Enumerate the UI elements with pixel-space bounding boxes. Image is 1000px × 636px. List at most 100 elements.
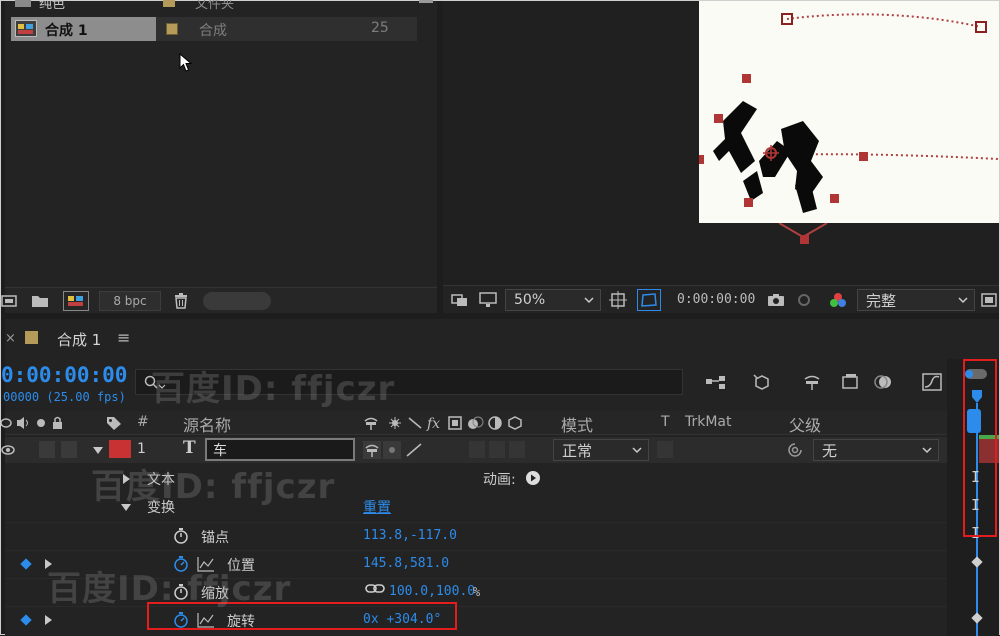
after-effects-window: 纯色 文件夹 合成 1 合成 25 8 bpc 50% 0:00:00:00 完… [0, 0, 1000, 636]
stopwatch-icon[interactable] [173, 527, 189, 545]
motion-blur-icon[interactable] [871, 371, 897, 393]
composition-canvas[interactable] [699, 1, 999, 223]
timeline-track-area[interactable]: I I I [947, 359, 999, 636]
animate-play-icon[interactable] [525, 470, 541, 486]
project-item-type: 文件夹 [195, 0, 235, 12]
project-panel: 纯色 文件夹 合成 1 合成 25 8 bpc [1, 0, 437, 313]
hide-shy-layers-icon[interactable] [799, 371, 825, 393]
switch-slot[interactable] [489, 441, 505, 458]
label-tag-icon[interactable] [105, 415, 123, 431]
mask-visibility-icon[interactable] [637, 289, 661, 311]
composition-viewer: 50% 0:00:00:00 完整 [443, 1, 999, 313]
column-header-trkmat[interactable]: TrkMat [685, 414, 732, 430]
timeline-tab-title[interactable]: 合成 1 [57, 329, 101, 350]
motion-path-graphic[interactable] [699, 1, 999, 223]
audio-switch[interactable] [39, 441, 55, 458]
project-item-type: 合成 [199, 23, 227, 39]
bit-depth-button[interactable]: 8 bpc [99, 291, 161, 311]
av-features-icons[interactable] [1, 416, 71, 430]
mouse-cursor-icon [179, 53, 193, 72]
project-item-size: 25 [371, 20, 389, 36]
resolution-value: 完整 [866, 291, 897, 310]
chevron-down-icon [584, 297, 594, 304]
blend-mode-dropdown[interactable]: 正常 [553, 439, 649, 461]
property-row-anchor-point[interactable]: 锚点 113.8,-117.0 [5, 522, 947, 548]
always-preview-icon[interactable] [449, 290, 471, 310]
chevron-down-icon [958, 297, 968, 304]
constrain-proportions-link-icon[interactable] [365, 582, 385, 596]
column-header-parent[interactable]: 父级 [789, 412, 821, 436]
timeline-column-headers: # 源名称 fx 模式 T TrkMat 父级 [1, 411, 947, 436]
next-keyframe-icon[interactable] [45, 615, 52, 625]
property-name: 锚点 [201, 530, 229, 546]
watermark-text: 百度ID: ffjczr [151, 369, 396, 409]
text-layer-icon: T [183, 438, 196, 458]
svg-text:fx: fx [426, 416, 440, 431]
property-value[interactable]: 145.8,581.0 [363, 556, 449, 571]
show-snapshot-icon[interactable] [793, 290, 815, 310]
rotation-handle[interactable] [773, 223, 833, 249]
viewer-timecode[interactable]: 0:00:00:00 [677, 292, 755, 307]
eye-visibility-icon[interactable] [1, 444, 15, 456]
zoom-dropdown[interactable]: 50% [505, 289, 601, 311]
comp-label-swatch [25, 331, 38, 344]
graph-editor-icon[interactable] [919, 371, 945, 393]
animate-menu-label[interactable]: 动画: [483, 469, 516, 489]
folder-icon [15, 0, 31, 7]
project-scrollbar[interactable] [203, 292, 271, 310]
property-value[interactable]: 100.0,100.0 [389, 584, 475, 599]
lock-switch[interactable] [61, 441, 77, 458]
label-swatch [166, 23, 178, 35]
property-value[interactable]: 113.8,-117.0 [363, 528, 457, 543]
project-row-folder[interactable]: 纯色 文件夹 [5, 0, 433, 13]
panel-menu-icon[interactable] [419, 0, 433, 3]
layer-name-value: 车 [213, 442, 227, 459]
current-time-display[interactable]: 0:00:00:00 [1, 363, 127, 387]
expand-layer-icon[interactable] [93, 447, 103, 454]
region-of-interest-icon[interactable] [979, 290, 999, 310]
column-header-source-name[interactable]: 源名称 [183, 412, 231, 436]
project-row-comp[interactable]: 合成 1 合成 25 [11, 17, 417, 41]
layer-name-field[interactable]: 车 [205, 438, 355, 461]
trash-icon[interactable] [171, 291, 191, 311]
ruler-highlight-box [963, 359, 997, 537]
keyframe-navigator-diamond[interactable] [20, 614, 32, 626]
switch-slot[interactable] [509, 441, 525, 458]
frame-rate-readout: 00000 (25.00 fps) [3, 390, 126, 404]
monitor-icon[interactable] [477, 290, 499, 310]
parent-dropdown[interactable]: 无 [813, 439, 939, 461]
column-header-preserve-transparency: T [661, 414, 670, 430]
keyframe-diamond[interactable] [971, 556, 983, 568]
keyframe-diamond[interactable] [971, 612, 983, 624]
keyframe-navigator-diamond[interactable] [20, 558, 32, 570]
new-composition-icon[interactable] [63, 291, 89, 311]
grid-guide-icon[interactable] [607, 289, 629, 311]
tab-menu-icon[interactable]: ≡ [117, 328, 130, 347]
composition-icon [15, 20, 37, 37]
project-item-name: 合成 1 [45, 23, 88, 39]
zoom-value: 50% [514, 292, 546, 308]
snapshot-camera-icon[interactable] [765, 290, 787, 310]
parent-value: 无 [822, 441, 838, 460]
layer-index: 1 [137, 441, 146, 457]
layer-label-color[interactable] [109, 440, 131, 458]
switch-slot[interactable] [469, 441, 485, 458]
resolution-dropdown[interactable]: 完整 [857, 289, 975, 311]
draft-3d-icon[interactable] [749, 371, 775, 393]
property-unit: % [473, 585, 481, 599]
interpret-footage-icon[interactable] [0, 292, 19, 310]
layer-switches-icons[interactable]: fx [363, 415, 543, 431]
column-header-mode[interactable]: 模式 [561, 412, 593, 436]
new-folder-icon[interactable] [29, 292, 51, 310]
reset-transform-link[interactable]: 重置 [363, 497, 391, 517]
chevron-down-icon [922, 447, 932, 454]
project-item-name: 纯色 [39, 0, 66, 12]
pick-whip-icon[interactable] [787, 442, 803, 458]
layer-switch-buttons[interactable] [363, 441, 427, 459]
composition-mini-flowchart-icon[interactable] [703, 371, 729, 393]
frame-blending-icon[interactable] [837, 371, 863, 393]
color-channels-icon[interactable] [827, 290, 849, 310]
project-footer: 8 bpc [1, 287, 437, 313]
close-tab-icon[interactable]: × [5, 331, 16, 346]
preserve-transparency-switch[interactable] [657, 441, 673, 458]
